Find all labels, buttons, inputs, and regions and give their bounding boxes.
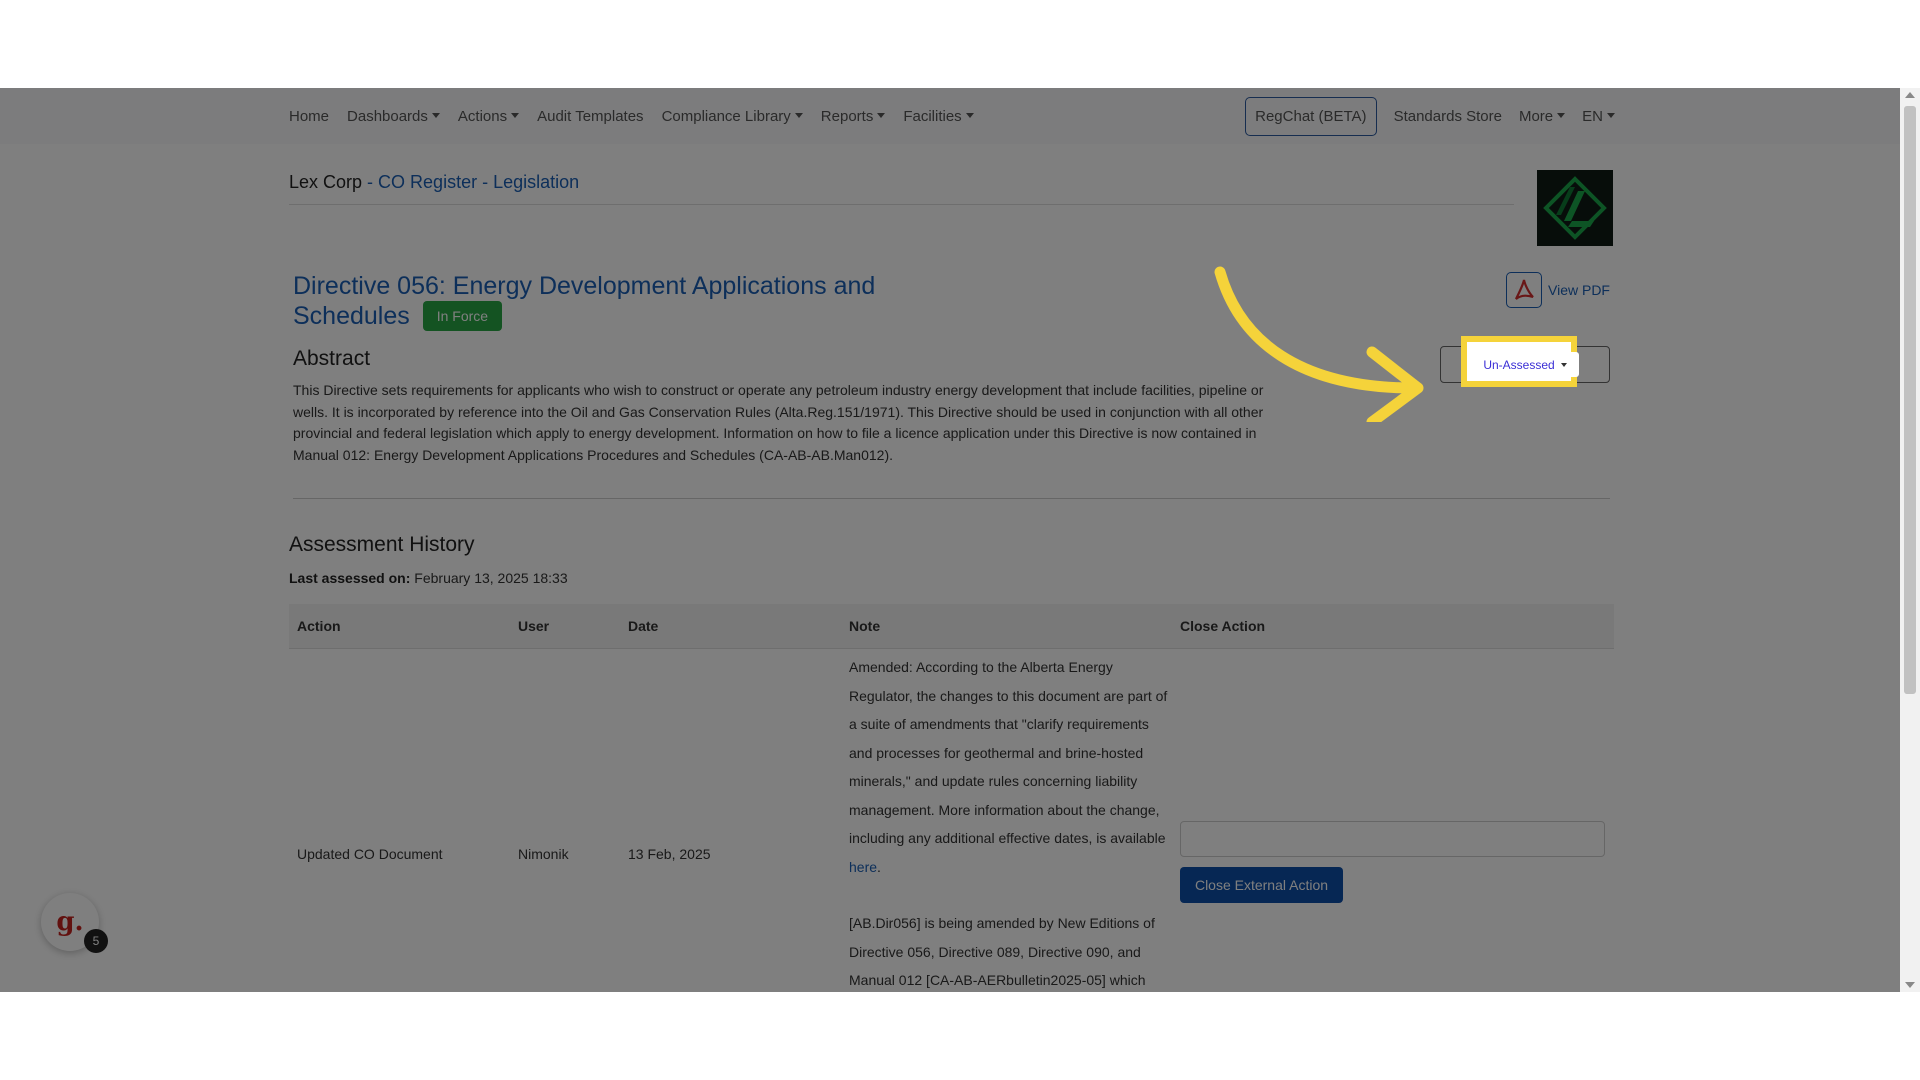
document-title-block: Directive 056: Energy Development Applic…	[293, 271, 933, 331]
breadcrumb-divider	[289, 204, 1514, 205]
nav-dashboards[interactable]: Dashboards	[347, 108, 440, 125]
nav-more[interactable]: More	[1519, 108, 1565, 125]
nav-standards-store[interactable]: Standards Store	[1394, 108, 1502, 125]
lex-corp-logo-icon	[1543, 176, 1607, 240]
tutorial-arrow-icon	[1214, 266, 1424, 422]
view-pdf-label: View PDF	[1548, 282, 1610, 298]
breadcrumb-company: Lex Corp	[289, 172, 363, 192]
section-divider	[293, 498, 1610, 499]
nav-language[interactable]: EN	[1582, 108, 1615, 125]
scrollbar-thumb[interactable]	[1904, 106, 1916, 694]
assessment-history-heading: Assessment History	[289, 533, 475, 556]
company-logo	[1537, 170, 1613, 246]
note-text-1: Amended: According to the Alberta Energy…	[849, 659, 1168, 846]
last-assessed-label: Last assessed on:	[289, 570, 411, 586]
top-navbar: Home Dashboards Actions Audit Templates …	[0, 88, 1900, 144]
column-header-date: Date	[628, 618, 659, 634]
assessment-status-label: Un-Assessed	[1483, 357, 1555, 372]
note-paragraph-2: [AB.Dir056] is being amended by New Edit…	[849, 915, 1155, 988]
note-here-link[interactable]: here	[849, 859, 877, 875]
document-title: Directive 056: Energy Development Applic…	[293, 272, 876, 330]
nav-reports[interactable]: Reports	[821, 108, 886, 125]
table-row: Updated CO Document Nimonik 13 Feb, 2025…	[289, 649, 1614, 992]
bottom-margin	[0, 992, 1920, 1080]
browser-viewport: Home Dashboards Actions Audit Templates …	[0, 88, 1920, 992]
note-paragraph-1: Amended: According to the Alberta Energy…	[849, 659, 1168, 875]
abstract-heading: Abstract	[293, 347, 371, 370]
nav-facilities[interactable]: Facilities	[903, 108, 973, 125]
view-pdf-link[interactable]: View PDF	[1506, 272, 1610, 308]
column-header-action: Action	[297, 618, 341, 634]
scroll-down-arrow-icon[interactable]	[1905, 982, 1915, 988]
nav-audit-templates[interactable]: Audit Templates	[537, 108, 643, 125]
row-user: Nimonik	[518, 846, 569, 862]
breadcrumb: Lex Corp - CO Register - Legislation	[289, 172, 579, 193]
last-assessed: Last assessed on: February 13, 2025 18:3…	[289, 570, 568, 586]
nav-home[interactable]: Home	[289, 108, 329, 125]
breadcrumb-separator: -	[362, 172, 379, 192]
nav-compliance-library[interactable]: Compliance Library	[662, 108, 803, 125]
abstract-text: This Directive sets requirements for app…	[293, 382, 1264, 463]
row-note: Amended: According to the Alberta Energy…	[849, 653, 1169, 992]
regchat-button[interactable]: RegChat (BETA)	[1245, 96, 1377, 136]
scroll-up-arrow-icon[interactable]	[1905, 92, 1915, 98]
nav-left-group: Home Dashboards Actions Audit Templates …	[289, 88, 974, 144]
chat-widget-count-badge: 5	[84, 929, 108, 953]
row-action: Updated CO Document	[297, 846, 443, 862]
column-header-note: Note	[849, 618, 881, 634]
top-margin	[0, 0, 1920, 88]
breadcrumb-register-link[interactable]: CO Register - Legislation	[378, 172, 579, 192]
nav-actions[interactable]: Actions	[458, 108, 519, 125]
assessment-status-dropdown[interactable]: Un-Assessed	[1471, 352, 1579, 377]
assessment-history-table: Action User Date Note Close Action Updat…	[289, 604, 1614, 992]
last-assessed-value: February 13, 2025 18:33	[414, 570, 568, 586]
chevron-down-icon	[1560, 362, 1567, 367]
close-action-input[interactable]	[1180, 821, 1605, 857]
row-date: 13 Feb, 2025	[628, 846, 711, 862]
column-header-close-action: Close Action	[1180, 618, 1266, 634]
column-header-user: User	[518, 618, 550, 634]
close-external-action-button[interactable]: Close External Action	[1180, 867, 1343, 903]
nav-right-group: RegChat (BETA) Standards Store More EN	[1245, 88, 1615, 144]
page-scrollbar[interactable]	[1900, 88, 1920, 992]
pdf-icon	[1506, 272, 1542, 308]
status-badge: In Force	[422, 301, 503, 331]
table-header: Action User Date Note Close Action	[289, 604, 1614, 649]
